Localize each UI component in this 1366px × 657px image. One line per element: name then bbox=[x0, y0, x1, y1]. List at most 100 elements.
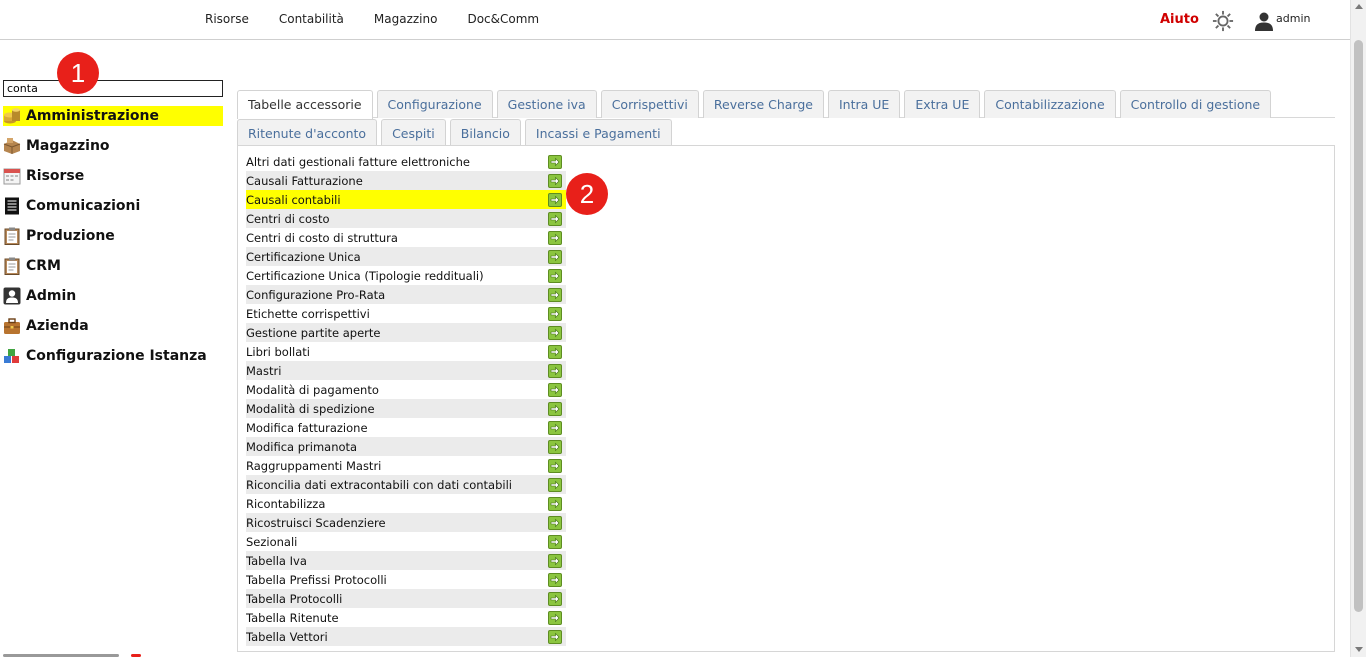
tab-incassi-e-pagamenti[interactable]: Incassi e Pagamenti bbox=[524, 119, 672, 147]
arrow-right-icon[interactable] bbox=[548, 401, 562, 416]
list-item[interactable]: Tabella Iva bbox=[246, 551, 566, 570]
list-item[interactable]: Raggruppamenti Mastri bbox=[246, 456, 566, 475]
list-item[interactable]: Gestione partite aperte bbox=[246, 323, 566, 342]
scroll-up-icon[interactable] bbox=[1355, 4, 1363, 9]
arrow-right-icon[interactable] bbox=[548, 496, 562, 511]
list-item-label[interactable]: Etichette corrispettivi bbox=[246, 307, 548, 321]
list-item[interactable]: Modifica fatturazione bbox=[246, 418, 566, 437]
list-item-label[interactable]: Tabella Vettori bbox=[246, 630, 548, 644]
nav-doc-comm[interactable]: Doc&Comm bbox=[467, 12, 539, 26]
arrow-right-icon[interactable] bbox=[548, 420, 562, 435]
sidebar-item-configurazione-istanza[interactable]: Configurazione Istanza bbox=[3, 346, 223, 366]
arrow-right-icon[interactable] bbox=[548, 325, 562, 340]
gear-icon[interactable] bbox=[1212, 10, 1234, 32]
arrow-right-icon[interactable] bbox=[548, 610, 562, 625]
list-item[interactable]: Riconcilia dati extracontabili con dati … bbox=[246, 475, 566, 494]
list-item[interactable]: Configurazione Pro-Rata bbox=[246, 285, 566, 304]
list-item-label[interactable]: Causali Fatturazione bbox=[246, 174, 548, 188]
list-item-label[interactable]: Centri di costo bbox=[246, 212, 548, 226]
list-item-label[interactable]: Centri di costo di struttura bbox=[246, 231, 548, 245]
list-item-label[interactable]: Tabella Protocolli bbox=[246, 592, 548, 606]
tab-corrispettivi[interactable]: Corrispettivi bbox=[600, 90, 699, 118]
list-item[interactable]: Certificazione Unica bbox=[246, 247, 566, 266]
arrow-right-icon[interactable] bbox=[548, 287, 562, 302]
arrow-right-icon[interactable] bbox=[548, 629, 562, 644]
tab-ritenute-acconto[interactable]: Ritenute d'acconto bbox=[237, 119, 378, 147]
arrow-right-icon[interactable] bbox=[548, 458, 562, 473]
scroll-down-icon[interactable] bbox=[1355, 647, 1363, 652]
list-item[interactable]: Modalità di pagamento bbox=[246, 380, 566, 399]
arrow-right-icon[interactable] bbox=[548, 591, 562, 606]
list-item[interactable]: Certificazione Unica (Tipologie redditua… bbox=[246, 266, 566, 285]
tab-reverse-charge[interactable]: Reverse Charge bbox=[702, 90, 824, 118]
list-item-label[interactable]: Tabella Ritenute bbox=[246, 611, 548, 625]
list-item-label[interactable]: Altri dati gestionali fatture elettronic… bbox=[246, 155, 548, 169]
user-menu[interactable]: admin bbox=[1254, 11, 1310, 31]
list-item-label[interactable]: Modifica fatturazione bbox=[246, 421, 548, 435]
list-item[interactable]: Tabella Vettori bbox=[246, 627, 566, 646]
arrow-right-icon[interactable] bbox=[548, 439, 562, 454]
arrow-right-icon[interactable] bbox=[548, 477, 562, 492]
sidebar-item-azienda[interactable]: Azienda bbox=[3, 316, 223, 336]
tab-gestione-iva[interactable]: Gestione iva bbox=[496, 90, 597, 118]
nav-risorse[interactable]: Risorse bbox=[205, 12, 249, 26]
sidebar-item-comunicazioni[interactable]: Comunicazioni bbox=[3, 196, 223, 216]
list-item-label[interactable]: Sezionali bbox=[246, 535, 548, 549]
arrow-right-icon[interactable] bbox=[548, 173, 562, 188]
tab-intra-ue[interactable]: Intra UE bbox=[827, 90, 901, 118]
nav-magazzino[interactable]: Magazzino bbox=[374, 12, 438, 26]
list-item[interactable]: Tabella Ritenute bbox=[246, 608, 566, 627]
list-item-label[interactable]: Modifica primanota bbox=[246, 440, 548, 454]
tab-bilancio[interactable]: Bilancio bbox=[449, 119, 521, 147]
list-item[interactable]: Libri bollati bbox=[246, 342, 566, 361]
list-item[interactable]: Ricostruisci Scadenziere bbox=[246, 513, 566, 532]
list-item-label[interactable]: Modalità di spedizione bbox=[246, 402, 548, 416]
menu-search-input[interactable] bbox=[3, 80, 223, 97]
list-item-label[interactable]: Causali contabili bbox=[246, 193, 548, 207]
list-item[interactable]: Tabella Prefissi Protocolli bbox=[246, 570, 566, 589]
arrow-right-icon[interactable] bbox=[548, 249, 562, 264]
tab-contabilizzazione[interactable]: Contabilizzazione bbox=[984, 90, 1116, 118]
list-item[interactable]: Centri di costo di struttura bbox=[246, 228, 566, 247]
arrow-right-icon[interactable] bbox=[548, 382, 562, 397]
tab-extra-ue[interactable]: Extra UE bbox=[904, 90, 981, 118]
list-item-label[interactable]: Modalità di pagamento bbox=[246, 383, 548, 397]
scrollbar-thumb[interactable] bbox=[1354, 40, 1363, 612]
help-link[interactable]: Aiuto bbox=[1160, 12, 1199, 27]
tab-cespiti[interactable]: Cespiti bbox=[381, 119, 446, 147]
list-item-label[interactable]: Configurazione Pro-Rata bbox=[246, 288, 548, 302]
list-item-label[interactable]: Ricostruisci Scadenziere bbox=[246, 516, 548, 530]
list-item[interactable]: Causali Fatturazione bbox=[246, 171, 566, 190]
arrow-right-icon[interactable] bbox=[548, 515, 562, 530]
arrow-right-icon[interactable] bbox=[548, 211, 562, 226]
list-item[interactable]: Modifica primanota bbox=[246, 437, 566, 456]
list-item-label[interactable]: Tabella Iva bbox=[246, 554, 548, 568]
nav-contabilita[interactable]: Contabilità bbox=[279, 12, 344, 26]
arrow-right-icon[interactable] bbox=[548, 230, 562, 245]
list-item-label[interactable]: Ricontabilizza bbox=[246, 497, 548, 511]
sidebar-item-amministrazione[interactable]: Amministrazione bbox=[3, 106, 223, 126]
list-item[interactable]: Ricontabilizza bbox=[246, 494, 566, 513]
list-item-label[interactable]: Certificazione Unica bbox=[246, 250, 548, 264]
list-item-label[interactable]: Raggruppamenti Mastri bbox=[246, 459, 548, 473]
arrow-right-icon[interactable] bbox=[548, 553, 562, 568]
tab-controllo-di-gestione[interactable]: Controllo di gestione bbox=[1119, 90, 1272, 118]
vertical-scrollbar[interactable] bbox=[1350, 0, 1366, 657]
list-item[interactable]: Tabella Protocolli bbox=[246, 589, 566, 608]
arrow-right-icon[interactable] bbox=[548, 192, 562, 207]
list-item-label[interactable]: Gestione partite aperte bbox=[246, 326, 548, 340]
list-item[interactable]: Centri di costo bbox=[246, 209, 566, 228]
list-item[interactable]: Mastri bbox=[246, 361, 566, 380]
sidebar-item-magazzino[interactable]: Magazzino bbox=[3, 136, 223, 156]
list-item-label[interactable]: Tabella Prefissi Protocolli bbox=[246, 573, 548, 587]
tab-tabelle-accessorie[interactable]: Tabelle accessorie bbox=[237, 90, 373, 119]
arrow-right-icon[interactable] bbox=[548, 344, 562, 359]
sidebar-item-admin[interactable]: Admin bbox=[3, 286, 223, 306]
list-item-label[interactable]: Certificazione Unica (Tipologie redditua… bbox=[246, 269, 548, 283]
list-item[interactable]: Altri dati gestionali fatture elettronic… bbox=[246, 152, 566, 171]
arrow-right-icon[interactable] bbox=[548, 363, 562, 378]
sidebar-item-crm[interactable]: CRM bbox=[3, 256, 223, 276]
arrow-right-icon[interactable] bbox=[548, 306, 562, 321]
sidebar-item-produzione[interactable]: Produzione bbox=[3, 226, 223, 246]
list-item-label[interactable]: Libri bollati bbox=[246, 345, 548, 359]
